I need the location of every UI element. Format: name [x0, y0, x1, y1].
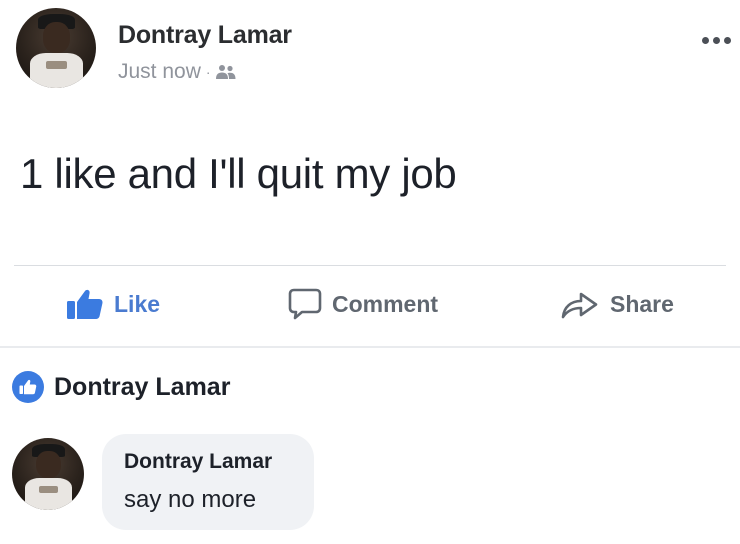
thumbs-up-icon: [19, 379, 37, 395]
more-dot-icon: [723, 36, 731, 44]
divider: [0, 346, 740, 348]
meta-separator: ·: [205, 64, 211, 80]
more-dot-icon: [701, 36, 709, 44]
avatar-face: [36, 450, 61, 479]
comment-label: Comment: [332, 290, 439, 317]
like-badge-icon: [12, 371, 44, 403]
comment-text: say no more: [124, 486, 257, 513]
divider: [14, 265, 726, 266]
like-label: Like: [114, 290, 161, 317]
more-options-button[interactable]: [694, 30, 738, 50]
author-avatar[interactable]: [16, 8, 96, 88]
friends-icon[interactable]: [215, 64, 236, 80]
avatar-shirt-print: [39, 485, 59, 493]
post-meta: Just now ·: [118, 60, 236, 84]
avatar-shirt-print: [46, 60, 68, 69]
commenter-avatar[interactable]: [12, 438, 84, 510]
friends-icon-svg: [215, 65, 236, 79]
post-timestamp[interactable]: Just now: [118, 60, 201, 84]
post-actions: Like Comment Share: [0, 270, 740, 340]
thumbs-up-icon: [67, 289, 103, 319]
liker-name[interactable]: Dontray Lamar: [54, 373, 230, 402]
share-label: Share: [610, 290, 674, 317]
more-dot-icon: [712, 36, 720, 44]
avatar-shirt: [24, 478, 73, 510]
share-arrow-icon: [561, 292, 598, 319]
author-name[interactable]: Dontray Lamar: [118, 21, 292, 50]
post-text: 1 like and I'll quit my job: [20, 150, 457, 197]
like-button[interactable]: Like: [66, 286, 160, 322]
post-header: Dontray Lamar Just now ·: [14, 6, 731, 96]
comment-button[interactable]: Comment: [288, 286, 438, 322]
reaction-summary[interactable]: Dontray Lamar: [12, 370, 230, 404]
avatar-face: [43, 22, 71, 53]
comment-bubble: Dontray Lamar say no more: [102, 434, 314, 530]
avatar-shirt: [30, 52, 84, 88]
share-button[interactable]: Share: [560, 286, 674, 322]
comment-author[interactable]: Dontray Lamar: [124, 450, 292, 474]
comment-icon: [288, 288, 322, 320]
